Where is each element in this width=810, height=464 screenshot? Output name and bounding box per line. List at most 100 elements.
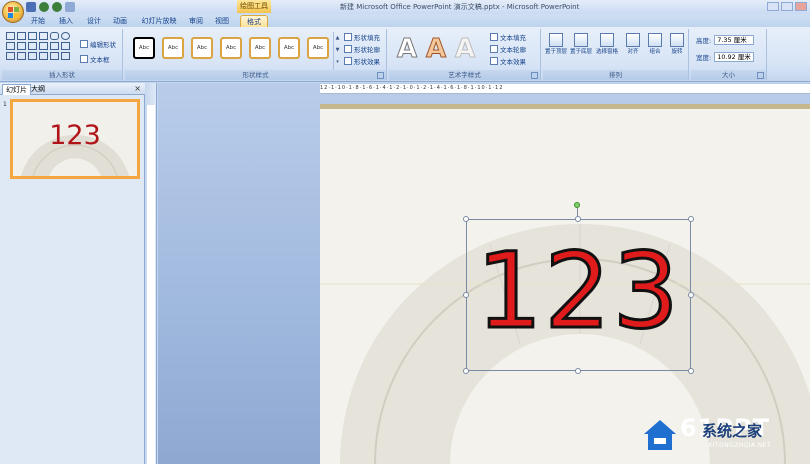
text-fill-button[interactable]: 文本填充 — [490, 32, 526, 42]
text-box-label: 文本框 — [90, 56, 110, 64]
shape-style-swatch[interactable]: Abc — [307, 37, 329, 59]
customize-qat-icon[interactable] — [65, 2, 75, 12]
bring-to-front-button[interactable]: 置于顶层 — [544, 33, 568, 56]
selection-pane-button[interactable]: 选择窗格 — [595, 33, 619, 56]
align-label: 对齐 — [627, 49, 639, 55]
style-gallery-scroll[interactable]: ▲ ▼ ▾ — [333, 32, 341, 70]
shape-item[interactable] — [28, 42, 37, 50]
resize-handle-s[interactable] — [575, 368, 581, 374]
save-icon[interactable] — [26, 2, 36, 12]
shape-item[interactable] — [50, 42, 59, 50]
shape-style-swatch[interactable]: Abc — [278, 37, 300, 59]
minimize-button[interactable] — [767, 2, 779, 11]
shape-style-swatch[interactable]: Abc — [249, 37, 271, 59]
text-outline-button[interactable]: 文本轮廓 — [490, 44, 526, 54]
gallery-more-icon[interactable]: ▾ — [334, 56, 341, 68]
resize-handle-ne[interactable] — [688, 216, 694, 222]
tab-animation[interactable]: 动画 — [110, 15, 130, 27]
shape-item[interactable] — [61, 42, 70, 50]
tab-slideshow[interactable]: 幻灯片放映 — [139, 15, 179, 27]
watermark-logo: 61PPT 系统之家 XITONGZHIJIA.NET — [640, 412, 800, 458]
tab-design[interactable]: 设计 — [84, 15, 104, 27]
resize-handle-se[interactable] — [688, 368, 694, 374]
shape-item[interactable] — [6, 42, 15, 50]
house-logo-icon — [644, 420, 676, 450]
group-wordart: A A A 文本填充 文本轮廓 文本效果 艺术字样式 — [389, 29, 541, 80]
shape-style-swatch[interactable]: Abc — [191, 37, 213, 59]
text-box-button[interactable]: 文本框 — [80, 54, 110, 64]
shape-effects-button[interactable]: 形状效果 — [344, 56, 380, 66]
scroll-up-icon[interactable]: ▲ — [334, 32, 341, 44]
wordart-style-1[interactable]: A — [396, 35, 417, 64]
maximize-button[interactable] — [781, 2, 793, 11]
tab-insert[interactable]: 插入 — [56, 15, 76, 27]
align-button[interactable]: 对齐 — [621, 33, 645, 56]
tab-outline[interactable]: 大纲 — [28, 84, 48, 95]
watermark-url: XITONGZHIJIA.NET — [708, 442, 772, 449]
shape-item[interactable] — [39, 52, 48, 60]
group-label-shape-styles: 形状样式 — [125, 70, 386, 80]
shape-outline-button[interactable]: 形状轮廓 — [344, 44, 380, 54]
group-label-insert-shapes: 插入形状 — [2, 70, 122, 80]
shape-gallery[interactable] — [6, 32, 71, 60]
dialog-launcher-icon[interactable] — [757, 72, 764, 79]
tab-format[interactable]: 格式 — [240, 15, 268, 27]
tab-slides[interactable]: 幻灯片 — [2, 84, 31, 95]
shape-item[interactable] — [39, 42, 48, 50]
tab-review[interactable]: 审阅 — [186, 15, 206, 27]
group-insert-shapes: 编辑形状 文本框 插入形状 — [2, 29, 123, 80]
scroll-down-icon[interactable]: ▼ — [334, 44, 341, 56]
watermark-chinese: 系统之家 — [702, 422, 763, 440]
close-button[interactable] — [795, 2, 807, 11]
text-outline-label: 文本轮廓 — [500, 46, 526, 54]
edit-shape-button[interactable]: 编辑形状 — [80, 39, 116, 49]
wordart-style-2[interactable]: A — [425, 35, 446, 64]
horizontal-ruler: 12·1·10·1·8·1·6·1·4·1·2·1·0·1·2·1·4·1·6·… — [320, 84, 810, 94]
office-button[interactable] — [2, 1, 24, 23]
resize-handle-nw[interactable] — [463, 216, 469, 222]
slide-text[interactable]: 123 — [466, 230, 691, 353]
shape-item[interactable] — [39, 32, 48, 40]
group-label-size: 大小 — [691, 70, 766, 80]
dialog-launcher-icon[interactable] — [377, 72, 384, 79]
office-logo-icon — [8, 7, 19, 18]
tab-view[interactable]: 视图 — [212, 15, 232, 27]
width-input[interactable]: 10.92 厘米 — [714, 52, 755, 62]
redo-icon[interactable] — [52, 2, 62, 12]
ribbon-tabs: 开始 插入 设计 动画 幻灯片放映 审阅 视图 格式 — [0, 14, 810, 27]
resize-handle-n[interactable] — [575, 216, 581, 222]
shape-style-swatch[interactable]: Abc — [133, 37, 155, 59]
height-input[interactable]: 7.35 厘米 — [714, 35, 755, 45]
rotate-button[interactable]: 旋转 — [665, 33, 689, 56]
shape-item[interactable] — [61, 52, 70, 60]
shape-item[interactable] — [6, 52, 15, 60]
close-icon[interactable]: × — [134, 84, 141, 93]
shape-item[interactable] — [17, 42, 26, 50]
shape-item[interactable] — [17, 32, 26, 40]
shape-item[interactable] — [28, 32, 37, 40]
shape-effects-label: 形状效果 — [354, 58, 380, 66]
slide-thumbnail[interactable]: 123 — [10, 99, 140, 179]
text-effects-button[interactable]: 文本效果 — [490, 56, 526, 66]
shape-item[interactable] — [50, 52, 59, 60]
slide-canvas[interactable]: 123 — [320, 104, 810, 464]
panel-tabs: 幻灯片 大纲 × — [0, 83, 145, 95]
drawing-tools-label: 绘图工具 — [237, 0, 271, 13]
shape-item[interactable] — [61, 32, 70, 40]
shape-item[interactable] — [50, 32, 59, 40]
dialog-launcher-icon[interactable] — [531, 72, 538, 79]
shape-item[interactable] — [6, 32, 15, 40]
resize-handle-sw[interactable] — [463, 368, 469, 374]
shape-style-swatch[interactable]: Abc — [162, 37, 184, 59]
group-icon — [648, 33, 662, 47]
undo-icon[interactable] — [39, 2, 49, 12]
shape-style-swatch[interactable]: Abc — [220, 37, 242, 59]
tab-home[interactable]: 开始 — [28, 15, 48, 27]
wordart-style-3[interactable]: A — [454, 35, 475, 64]
shape-fill-button[interactable]: 形状填充 — [344, 32, 380, 42]
group-label-arrange: 排列 — [543, 70, 688, 80]
shape-item[interactable] — [17, 52, 26, 60]
shape-item[interactable] — [28, 52, 37, 60]
send-to-back-button[interactable]: 置于底层 — [569, 33, 593, 56]
group-button[interactable]: 组合 — [643, 33, 667, 56]
